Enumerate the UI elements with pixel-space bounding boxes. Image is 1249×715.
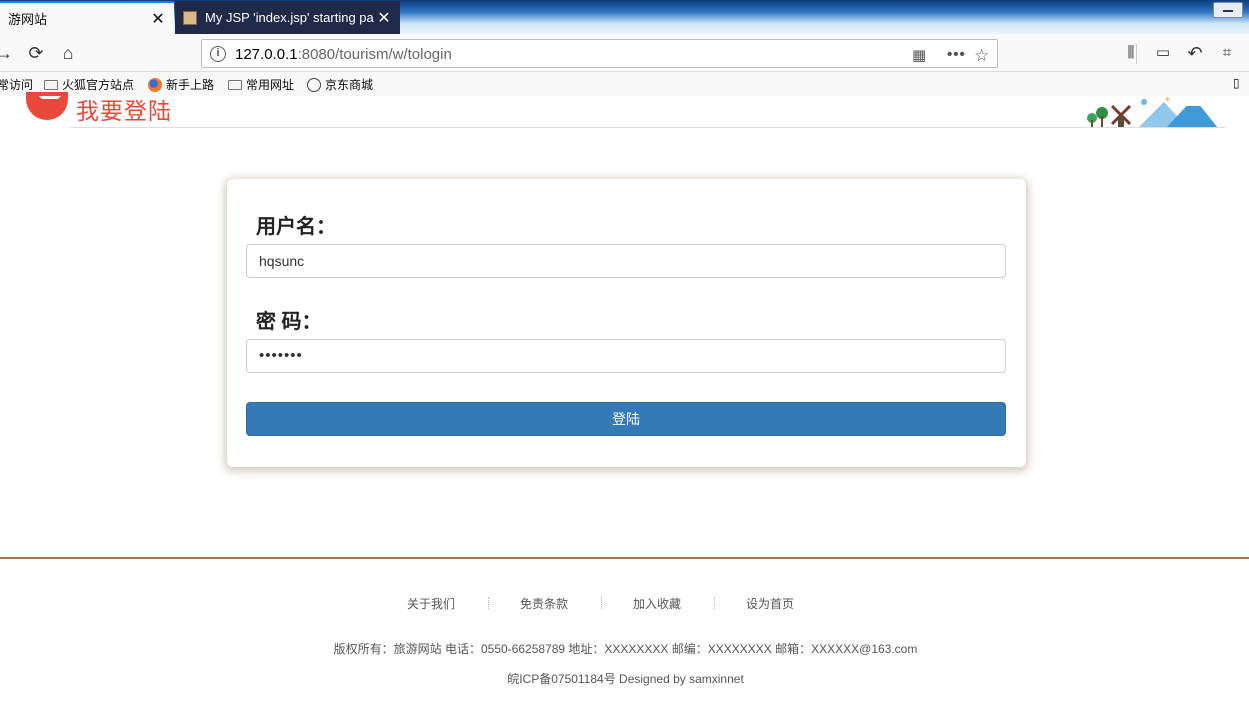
bookmark-getting-started[interactable]: 新手上路 <box>148 76 214 93</box>
folder-icon <box>44 79 58 90</box>
close-icon[interactable]: ✕ <box>150 9 166 29</box>
footer-divider <box>0 557 1249 559</box>
footer-copyright: 版权所有：旅游网站 电话：0550-66258789 地址：XXXXXXXX 邮… <box>333 642 918 656</box>
footer-separator <box>714 597 715 609</box>
library-icon[interactable]: ⫼ <box>1121 43 1141 63</box>
browser-navigation-bar: → ⟳ ⌂ i 127.0.0.1:8080/tourism/w/tologin… <box>0 34 1249 72</box>
folder-icon <box>228 79 242 90</box>
globe-icon <box>307 77 321 92</box>
qr-code-icon[interactable]: ▦ <box>912 46 926 64</box>
screenshot-icon[interactable]: ⌗ <box>1217 43 1237 63</box>
page-favicon-icon <box>183 10 197 25</box>
home-icon[interactable]: ⌂ <box>58 43 78 63</box>
browser-tab-bar: 游网站 ✕ My JSP 'index.jsp' starting pa ✕ <box>0 0 1249 34</box>
bookmark-star-icon[interactable]: ☆ <box>974 46 989 66</box>
svg-text:✳: ✳ <box>1164 96 1171 104</box>
page-title: 我要登陆 <box>76 98 172 124</box>
site-info-icon[interactable]: i <box>210 46 226 62</box>
forward-arrow-icon[interactable]: → <box>0 43 14 63</box>
tab-title: My JSP 'index.jsp' starting pa <box>205 10 374 25</box>
close-icon[interactable]: ✕ <box>376 8 392 28</box>
tab-tourism-site[interactable]: 游网站 ✕ <box>0 1 174 34</box>
bookmark-folder-firefox[interactable]: 火狐官方站点 <box>44 76 134 93</box>
minimize-window-button[interactable] <box>1213 2 1243 18</box>
footer-link-favorite[interactable]: 加入收藏 <box>633 595 681 612</box>
password-label: 密 码： <box>256 311 322 333</box>
password-input[interactable]: ••••••• <box>246 339 1006 373</box>
undo-icon[interactable]: ↶ <box>1185 43 1205 63</box>
footer-link-about[interactable]: 关于我们 <box>407 595 455 612</box>
bookmark-folder-common[interactable]: 常用网址 <box>228 76 294 93</box>
tab-title: 游网站 <box>8 12 48 27</box>
footer-links: 关于我们 免责条款 加入收藏 设为首页 <box>0 594 1249 614</box>
firefox-icon <box>148 77 162 92</box>
footer-link-homepage[interactable]: 设为首页 <box>746 595 794 612</box>
login-button[interactable]: 登陆 <box>246 402 1006 436</box>
username-label: 用户名： <box>256 216 336 238</box>
login-card: 用户名： hqsunc 密 码： ••••••• 登陆 <box>227 179 1026 467</box>
footer-icp: 皖ICP备07501184号 Designed by samxinnet <box>507 672 744 686</box>
logo-icon <box>26 92 68 120</box>
address-bar[interactable]: i 127.0.0.1:8080/tourism/w/tologin ▦ •••… <box>201 39 1137 68</box>
bookmark-jd[interactable]: 京东商城 <box>307 76 373 93</box>
sidebar-icon[interactable]: ▭ <box>1153 43 1173 63</box>
page-actions-icon[interactable]: ••• <box>947 46 966 63</box>
tab-index-jsp[interactable]: My JSP 'index.jsp' starting pa ✕ <box>175 1 400 34</box>
bookmarks-bar: 常访问 火狐官方站点 新手上路 常用网址 京东商城 ▯ <box>0 72 1249 96</box>
header-divider <box>70 127 1226 128</box>
bookmark-item[interactable]: 常访问 <box>0 76 33 93</box>
footer-separator <box>601 597 602 609</box>
reload-icon[interactable]: ⟳ <box>26 43 46 63</box>
footer-link-disclaimer[interactable]: 免责条款 <box>520 595 568 612</box>
username-input[interactable]: hqsunc <box>246 244 1006 278</box>
footer-separator <box>488 597 489 609</box>
url-text[interactable]: 127.0.0.1:8080/tourism/w/tologin <box>235 46 452 63</box>
landscape-decoration-icon: ✳ <box>1087 96 1218 128</box>
page-header: 我要登陆 ✳ <box>0 92 1249 128</box>
mobile-bookmarks-icon[interactable]: ▯ <box>1233 76 1240 90</box>
